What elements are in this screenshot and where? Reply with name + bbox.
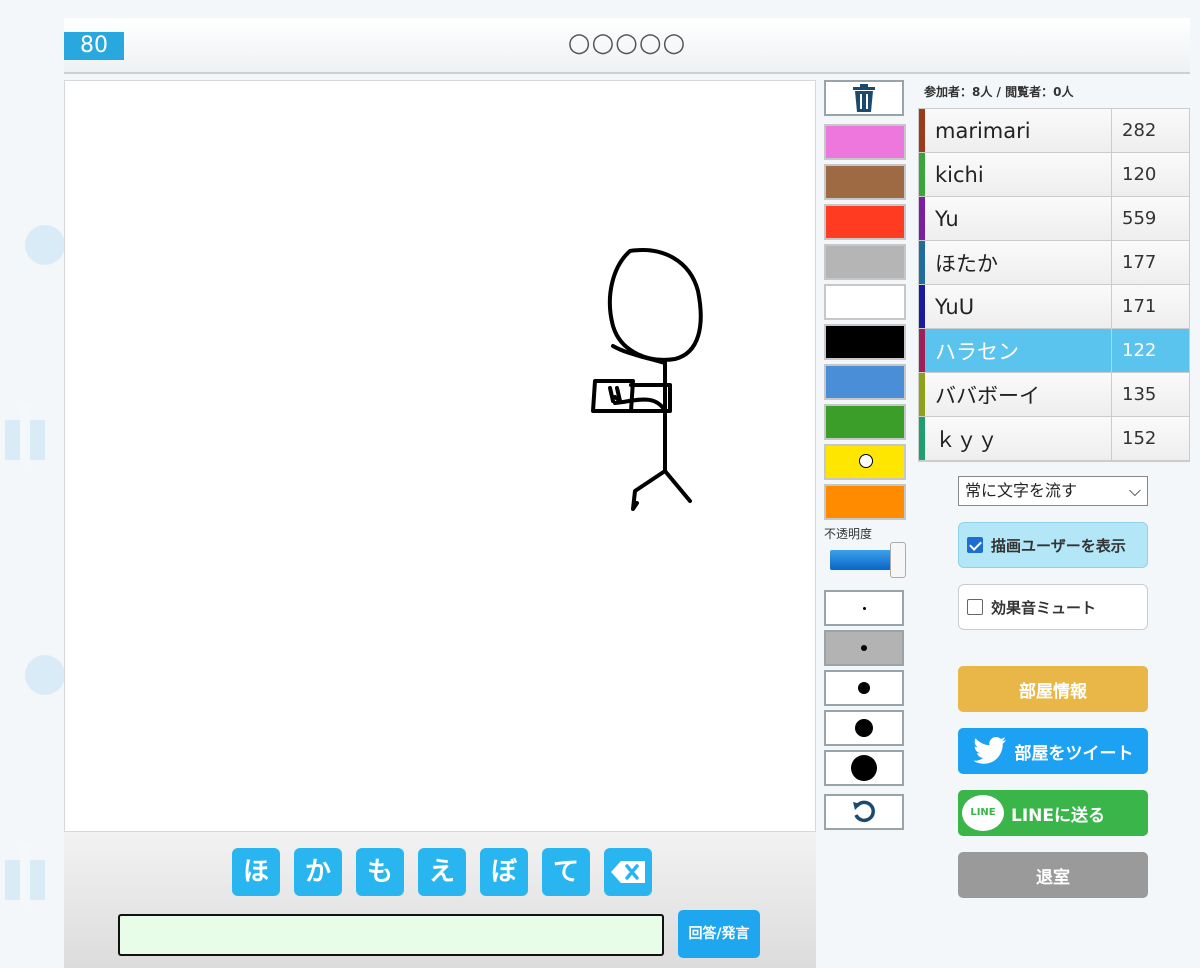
- word-hint: ○○○○○: [567, 28, 687, 58]
- color-swatch-orange[interactable]: [824, 484, 906, 520]
- mute-sfx-label: 効果音ミュート: [991, 598, 1097, 617]
- color-swatch-black[interactable]: [824, 324, 906, 360]
- player-name: ほたか: [935, 251, 998, 276]
- player-score: 171: [1111, 285, 1189, 328]
- drawing-canvas[interactable]: [64, 80, 816, 832]
- undo-button[interactable]: [824, 794, 904, 830]
- participant-counts: 参加者：8人 / 閲覧者：0人: [924, 85, 1074, 99]
- backspace-button[interactable]: [604, 848, 652, 896]
- player-name: Yu: [935, 206, 959, 231]
- answer-area: ほかもえぼて 回答/発言: [64, 832, 816, 968]
- player-score: 122: [1111, 329, 1189, 372]
- room-info-button[interactable]: 部屋情報: [958, 666, 1148, 712]
- kana-key[interactable]: ほ: [232, 848, 280, 896]
- player-row: marimari 282: [919, 109, 1189, 153]
- kana-key[interactable]: え: [418, 848, 466, 896]
- pen-size-dot: [855, 719, 873, 737]
- color-swatch-brown[interactable]: [824, 164, 906, 200]
- player-row: ほたか 177: [919, 241, 1189, 285]
- pen-size-dot: [851, 755, 877, 781]
- answer-input[interactable]: [118, 914, 664, 956]
- text-flow-select-value: 常に文字を流す: [965, 481, 1078, 500]
- player-score: 282: [1111, 109, 1189, 152]
- player-row: kichi 120: [919, 153, 1189, 197]
- show-drawer-toggle[interactable]: 描画ユーザーを表示: [958, 522, 1148, 568]
- color-swatch-white[interactable]: [824, 284, 906, 320]
- opacity-label: 不透明度: [824, 527, 873, 541]
- tweet-room-button[interactable]: 部屋をツイート: [958, 728, 1148, 774]
- show-drawer-checkbox[interactable]: [967, 537, 983, 553]
- trash-icon: [853, 84, 875, 112]
- kana-key[interactable]: ぼ: [480, 848, 528, 896]
- opacity-slider-handle[interactable]: [890, 542, 906, 578]
- opacity-slider[interactable]: [830, 550, 894, 570]
- leave-room-label: 退室: [1036, 867, 1070, 888]
- show-drawer-label: 描画ユーザーを表示: [991, 536, 1126, 555]
- selected-color-indicator: [859, 454, 873, 468]
- player-name: ババボーイ: [935, 383, 1040, 408]
- pen-size-dot: [862, 606, 866, 610]
- chevron-down-icon: ⌵: [1128, 481, 1141, 500]
- color-swatch-yellow[interactable]: [824, 444, 906, 480]
- mute-sfx-toggle[interactable]: 効果音ミュート: [958, 584, 1148, 630]
- player-score: 120: [1111, 153, 1189, 196]
- color-swatch-gray[interactable]: [824, 244, 906, 280]
- app: 80 ○○○○○ ほかもえぼて 回答/発言 不透明度 参加者：8人 / 閲覧者：…: [64, 18, 1190, 968]
- send-line-label: LINEに送る: [1011, 805, 1105, 826]
- player-score: 177: [1111, 241, 1189, 284]
- color-swatch-green[interactable]: [824, 404, 906, 440]
- player-row: ハラセン 122: [919, 329, 1189, 373]
- leave-room-button[interactable]: 退室: [958, 852, 1148, 898]
- color-swatch-pink[interactable]: [824, 124, 906, 160]
- kana-key[interactable]: て: [542, 848, 590, 896]
- undo-icon: [853, 800, 875, 823]
- player-name: ハラセン: [935, 339, 1019, 364]
- room-info-label: 部屋情報: [1019, 681, 1087, 702]
- pen-size-4[interactable]: [824, 710, 904, 746]
- kana-keyboard: ほかもえぼて: [232, 848, 666, 896]
- tweet-room-label: 部屋をツイート: [1014, 743, 1134, 764]
- pen-size-dot: [858, 682, 870, 694]
- player-row: Yu 559: [919, 197, 1189, 241]
- backspace-icon: [611, 861, 645, 883]
- player-name: marimari: [935, 118, 1031, 143]
- player-name: ｋｙｙ: [935, 427, 998, 452]
- pen-size-2[interactable]: [824, 630, 904, 666]
- pen-size-1[interactable]: [824, 590, 904, 626]
- top-bar: 80 ○○○○○: [64, 18, 1190, 74]
- player-list: marimari 282 kichi 120 Yu 559 ほたか 177 YuU 171 ハラセン…: [918, 108, 1190, 462]
- kana-key[interactable]: も: [356, 848, 404, 896]
- pen-size-5[interactable]: [824, 750, 904, 786]
- player-score: 135: [1111, 373, 1189, 416]
- clear-canvas-button[interactable]: [824, 80, 904, 116]
- player-row: ババボーイ 135: [919, 373, 1189, 417]
- color-swatch-red[interactable]: [824, 204, 906, 240]
- pen-size-dot: [861, 645, 867, 651]
- mute-sfx-checkbox[interactable]: [967, 599, 983, 615]
- send-line-button[interactable]: LINE LINEに送る: [958, 790, 1148, 836]
- color-swatch-blue[interactable]: [824, 364, 906, 400]
- line-icon: LINE: [962, 795, 1004, 831]
- pen-size-3[interactable]: [824, 670, 904, 706]
- player-score: 559: [1111, 197, 1189, 240]
- answer-button[interactable]: 回答/発言: [678, 910, 760, 958]
- player-name: kichi: [935, 162, 984, 187]
- drawing-strokes: [591, 248, 703, 511]
- text-flow-select[interactable]: 常に文字を流す ⌵: [958, 476, 1148, 506]
- kana-key[interactable]: か: [294, 848, 342, 896]
- player-name: YuU: [935, 294, 975, 319]
- player-row: YuU 171: [919, 285, 1189, 329]
- sidebar: 参加者：8人 / 閲覧者：0人 marimari 282 kichi 120 Yu 559…: [918, 80, 1190, 898]
- player-row: ｋｙｙ 152: [919, 417, 1189, 461]
- twitter-bird-icon: [972, 737, 1006, 764]
- player-score: 152: [1111, 417, 1189, 460]
